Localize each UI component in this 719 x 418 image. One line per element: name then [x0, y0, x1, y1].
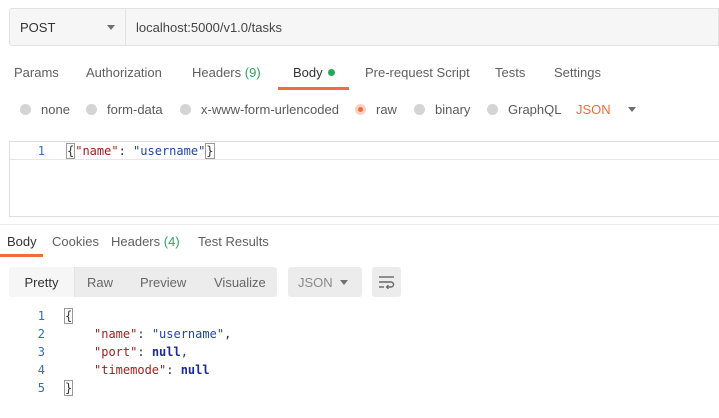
- json-comma: ,: [180, 345, 188, 359]
- url-text: localhost:5000/v1.0/tasks: [136, 19, 282, 35]
- radio-urlencoded[interactable]: x-www-form-urlencoded: [180, 102, 339, 117]
- view-preview-button[interactable]: Preview: [140, 267, 186, 297]
- tab-authorization[interactable]: Authorization: [86, 65, 162, 80]
- response-view-mode-group: Pretty Raw Preview Visualize: [9, 267, 277, 297]
- view-visualize-button[interactable]: Visualize: [214, 267, 266, 297]
- json-value: null: [151, 345, 181, 359]
- response-format-select[interactable]: JSON: [288, 267, 362, 297]
- radio-circle-icon: [86, 104, 97, 115]
- response-tab-headers-label: Headers: [111, 234, 161, 249]
- request-tabs: Params Authorization Headers (9) Body Pr…: [0, 58, 719, 90]
- tab-settings[interactable]: Settings: [554, 65, 601, 80]
- json-value: "username": [151, 327, 225, 341]
- radio-circle-icon: [414, 104, 425, 115]
- radio-label: form-data: [107, 102, 163, 117]
- tab-body[interactable]: Body: [293, 65, 335, 80]
- line-number: 3: [37, 345, 45, 359]
- response-tab-test-results[interactable]: Test Results: [198, 234, 269, 249]
- section-divider: [0, 224, 719, 225]
- radio-binary[interactable]: binary: [414, 102, 470, 117]
- line-number: 5: [37, 381, 45, 395]
- method-select[interactable]: POST: [9, 8, 125, 46]
- radio-label: GraphQL: [508, 102, 562, 117]
- json-key: "name": [75, 144, 119, 158]
- json-key: "timemode": [94, 363, 167, 377]
- json-colon: :: [137, 345, 152, 359]
- wrap-lines-button[interactable]: [372, 267, 401, 297]
- wrap-lines-icon: [379, 276, 395, 289]
- radio-circle-icon: [20, 104, 31, 115]
- response-tab-headers-count: (4): [163, 234, 180, 249]
- view-raw-button[interactable]: Raw: [87, 267, 113, 297]
- json-colon: :: [166, 363, 181, 377]
- tab-pre-request-script[interactable]: Pre-request Script: [365, 65, 470, 80]
- chevron-down-icon: [107, 24, 115, 30]
- radio-selected-icon: [355, 104, 366, 115]
- active-tab-indicator: [278, 87, 349, 90]
- line-number: 4: [37, 363, 45, 377]
- radio-label: binary: [435, 102, 471, 117]
- code-line: {"name": "username"}: [66, 143, 215, 159]
- tab-headers[interactable]: Headers (9): [192, 65, 261, 80]
- json-colon: :: [137, 327, 152, 341]
- response-tab-cookies[interactable]: Cookies: [52, 234, 99, 249]
- line-number: 1: [37, 144, 45, 158]
- tab-params[interactable]: Params: [14, 65, 59, 80]
- tab-headers-count: (9): [244, 65, 261, 80]
- line-number: 1: [37, 309, 45, 323]
- code-line: {: [64, 308, 74, 324]
- tab-body-label: Body: [293, 65, 323, 80]
- tab-headers-label: Headers: [192, 65, 242, 80]
- json-colon: :: [118, 144, 134, 158]
- json-key: "port": [94, 345, 138, 359]
- close-brace: }: [64, 380, 74, 396]
- radio-raw[interactable]: raw: [355, 102, 397, 117]
- response-tab-body[interactable]: Body: [7, 234, 37, 249]
- radio-label: x-www-form-urlencoded: [201, 102, 339, 117]
- response-active-tab-indicator: [0, 254, 43, 257]
- json-key: "name": [94, 327, 138, 341]
- radio-graphql[interactable]: GraphQL: [487, 102, 561, 117]
- open-brace: {: [66, 143, 76, 159]
- json-value: "username": [133, 144, 206, 158]
- line-number: 2: [37, 327, 45, 341]
- close-brace: }: [205, 143, 215, 159]
- request-url-bar: POST localhost:5000/v1.0/tasks: [9, 8, 719, 46]
- code-line: "timemode": null: [94, 363, 210, 377]
- open-brace: {: [64, 308, 74, 324]
- radio-form-data[interactable]: form-data: [86, 102, 163, 117]
- radio-circle-icon: [487, 104, 498, 115]
- response-tab-headers[interactable]: Headers (4): [111, 234, 180, 249]
- json-comma: ,: [224, 327, 232, 341]
- body-modified-dot-icon: [327, 69, 335, 76]
- tab-tests[interactable]: Tests: [495, 65, 525, 80]
- body-language-select[interactable]: JSON: [576, 102, 636, 117]
- language-label: JSON: [576, 102, 611, 117]
- code-line: }: [64, 380, 74, 396]
- json-value: null: [180, 363, 210, 377]
- request-body-editor[interactable]: 1 {"name": "username"}: [9, 141, 719, 217]
- chevron-down-icon: [340, 279, 348, 285]
- url-input[interactable]: localhost:5000/v1.0/tasks: [125, 8, 719, 46]
- format-label: JSON: [298, 274, 333, 290]
- view-pretty-button[interactable]: Pretty: [9, 267, 75, 297]
- code-line: "port": null,: [94, 345, 188, 359]
- chevron-down-icon: [627, 107, 636, 112]
- code-line: "name": "username",: [94, 327, 231, 341]
- radio-label: none: [41, 102, 70, 117]
- radio-none[interactable]: none: [20, 102, 70, 117]
- body-type-selector: none form-data x-www-form-urlencoded raw…: [0, 98, 719, 122]
- radio-circle-icon: [180, 104, 191, 115]
- radio-label: raw: [376, 102, 397, 117]
- method-label: POST: [20, 19, 56, 35]
